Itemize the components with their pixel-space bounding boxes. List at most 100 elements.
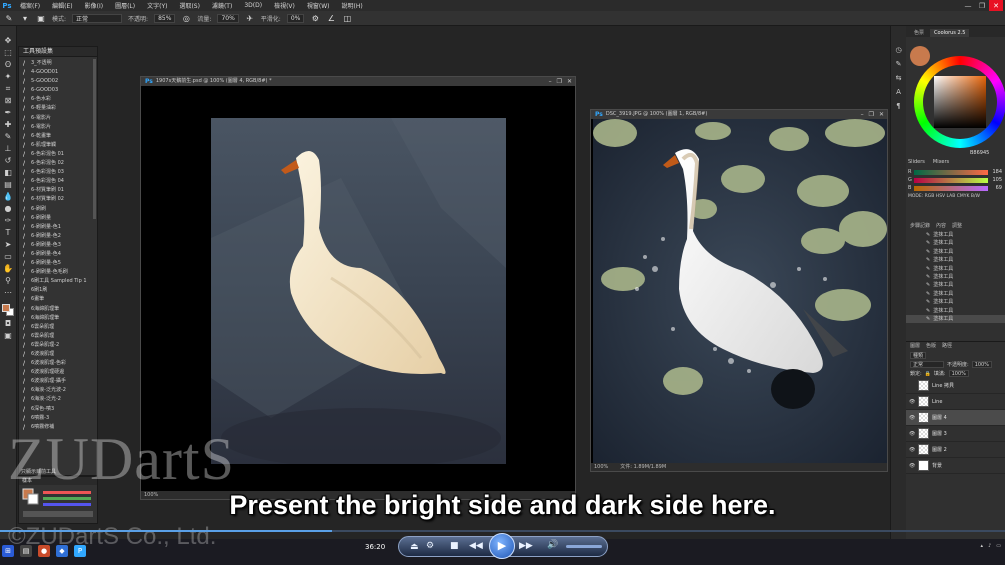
saturation-value-square[interactable] bbox=[934, 76, 986, 128]
history-panel-icon[interactable]: ◷ bbox=[895, 46, 901, 54]
brush-tool-icon[interactable]: ✎ bbox=[3, 132, 14, 141]
crop-tool-icon[interactable]: ⌗ bbox=[3, 84, 14, 93]
lock-icon[interactable]: 🔒 bbox=[925, 371, 931, 377]
visibility-eye-icon[interactable]: 👁 bbox=[909, 399, 915, 405]
marquee-tool-icon[interactable]: ⬚ bbox=[3, 48, 14, 57]
tab-swatches[interactable]: 色票 bbox=[910, 28, 928, 37]
zoom-readout[interactable]: 100% bbox=[594, 463, 608, 471]
menu-select[interactable]: 選取(S) bbox=[173, 1, 206, 10]
preset-item[interactable]: / 6-色彩混色 04 bbox=[19, 177, 97, 186]
layer-row[interactable]: 👁 背景 bbox=[906, 458, 1005, 474]
layer-filter-select[interactable]: 種類 bbox=[910, 352, 927, 359]
preset-item[interactable]: / 6-電影片 bbox=[19, 114, 97, 123]
preset-item[interactable]: / 6波浪肌理 bbox=[19, 350, 97, 359]
preset-item[interactable]: / 6-輕量油彩 bbox=[19, 104, 97, 113]
paragraph-panel-icon[interactable]: ¶ bbox=[896, 102, 900, 110]
maximize-button[interactable]: ❐ bbox=[975, 0, 989, 11]
layer-name[interactable]: 圖層 4 bbox=[932, 414, 947, 421]
close-icon[interactable]: ✕ bbox=[879, 111, 884, 118]
preset-item[interactable]: / 5-GOOD02 bbox=[19, 77, 97, 86]
frame-tool-icon[interactable]: ⊠ bbox=[3, 96, 14, 105]
layer-opacity-field[interactable]: 100% bbox=[971, 361, 992, 368]
preset-item[interactable]: / 6雲朵肌理 bbox=[19, 332, 97, 341]
lasso-tool-icon[interactable]: ʘ bbox=[3, 60, 14, 69]
tab-layers[interactable]: 圖層 bbox=[910, 342, 920, 351]
history-item[interactable]: ✎ 塗抹工具 bbox=[906, 256, 1005, 264]
preset-item[interactable]: / 6-電影片 bbox=[19, 123, 97, 132]
airbrush-icon[interactable]: ✈ bbox=[245, 13, 255, 23]
preset-item[interactable]: / 6-刷刷量-色1 bbox=[19, 223, 97, 232]
eyedropper-tool-icon[interactable]: ✒ bbox=[3, 108, 14, 117]
slider-blue[interactable]: B 69 bbox=[908, 184, 1003, 192]
close-icon[interactable]: ✕ bbox=[567, 78, 572, 85]
menu-3d[interactable]: 3D(D) bbox=[238, 2, 268, 9]
visibility-eye-icon[interactable]: 👁 bbox=[909, 447, 915, 453]
preset-item[interactable]: / 6海綿肌理筆 bbox=[19, 314, 97, 323]
close-button[interactable]: ✕ bbox=[989, 0, 1003, 11]
preset-item[interactable]: / 6-肌理筆觸 bbox=[19, 141, 97, 150]
visibility-eye-icon[interactable]: 👁 bbox=[909, 463, 915, 469]
preset-item[interactable]: / 6雲朵肌理-2 bbox=[19, 341, 97, 350]
layer-name[interactable]: 背景 bbox=[932, 462, 942, 469]
preset-item[interactable]: / 4-GOOD01 bbox=[19, 68, 97, 77]
preset-item[interactable]: / 6海浪-泛光波-2 bbox=[19, 386, 97, 395]
minimize-button[interactable]: — bbox=[961, 0, 975, 11]
painting-canvas[interactable] bbox=[211, 118, 506, 464]
play-button[interactable]: ▶ bbox=[489, 533, 515, 559]
restore-icon[interactable]: ❐ bbox=[557, 78, 562, 85]
menu-file[interactable]: 檔案(F) bbox=[14, 1, 46, 10]
document-tab[interactable]: Ps 1907s天鵝前生.psd @ 100% (圖層 4, RGB/8#) * bbox=[141, 77, 575, 86]
blend-mode-select[interactable]: 正常 bbox=[910, 361, 944, 368]
smoothing-field[interactable]: 0% bbox=[286, 13, 305, 23]
menu-filter[interactable]: 濾鏡(T) bbox=[206, 1, 238, 10]
foreground-color-swatch[interactable] bbox=[2, 304, 10, 312]
history-item[interactable]: ✎ 塗抹工具 bbox=[906, 273, 1005, 281]
tab-coolorus[interactable]: Coolorus 2.5 bbox=[930, 29, 970, 37]
preset-item[interactable]: / 6噴霧-3 bbox=[19, 414, 97, 423]
brush-settings-icon[interactable]: ▣ bbox=[36, 13, 46, 23]
minimize-icon[interactable]: – bbox=[549, 78, 552, 85]
brush-tool-icon[interactable]: ✎ bbox=[4, 13, 14, 23]
preset-item[interactable]: / 6海浪-泛光-2 bbox=[19, 395, 97, 404]
scrollbar[interactable] bbox=[93, 59, 96, 219]
volume-slider[interactable] bbox=[566, 545, 602, 548]
tab-history[interactable]: 步驟記錄 bbox=[910, 222, 930, 231]
layer-row[interactable]: 👁 圖層 4 bbox=[906, 410, 1005, 426]
restore-icon[interactable]: ❐ bbox=[869, 111, 874, 118]
healing-tool-icon[interactable]: ✚ bbox=[3, 120, 14, 129]
preset-item[interactable]: / 3_不透明 bbox=[19, 59, 97, 68]
shape-tool-icon[interactable]: ▭ bbox=[3, 252, 14, 261]
preset-item[interactable]: / 6波浪肌理硬邊 bbox=[19, 368, 97, 377]
slider-green[interactable]: G 105 bbox=[908, 176, 1003, 184]
visibility-eye-icon[interactable]: 👁 bbox=[909, 431, 915, 437]
dodge-tool-icon[interactable]: ● bbox=[3, 204, 14, 213]
brush-preset-icon[interactable]: ▾ bbox=[20, 13, 30, 23]
type-tool-icon[interactable]: T bbox=[3, 228, 14, 237]
menu-window[interactable]: 視窗(W) bbox=[301, 1, 336, 10]
quick-mask-icon[interactable]: ◘ bbox=[3, 319, 14, 328]
adjust-panel-icon[interactable]: ⇆ bbox=[896, 74, 902, 82]
color-wheel[interactable] bbox=[914, 56, 1005, 148]
preset-item[interactable]: / 6-刷刷量 bbox=[19, 214, 97, 223]
preset-item[interactable]: / 6-刷刷量-色3 bbox=[19, 241, 97, 250]
menu-type[interactable]: 文字(Y) bbox=[141, 1, 173, 10]
layer-name[interactable]: Line 拷貝 bbox=[932, 382, 954, 389]
stop-icon[interactable]: ■ bbox=[450, 541, 459, 551]
stamp-tool-icon[interactable]: ⊥ bbox=[3, 144, 14, 153]
preset-item[interactable]: / 6-刷刷量-色2 bbox=[19, 232, 97, 241]
menu-edit[interactable]: 編輯(E) bbox=[46, 1, 78, 10]
history-item[interactable]: ✎ 塗抹工具 bbox=[906, 314, 1005, 324]
history-item[interactable]: ✎ 塗抹工具 bbox=[906, 231, 1005, 239]
menu-layer[interactable]: 圖層(L) bbox=[109, 1, 141, 10]
preset-item[interactable]: / 6深色-噴3 bbox=[19, 405, 97, 414]
visibility-eye-icon[interactable]: 👁 bbox=[909, 415, 915, 421]
preset-item[interactable]: / 6雲朵肌理 bbox=[19, 323, 97, 332]
angle-icon[interactable]: ∠ bbox=[326, 13, 336, 23]
color-mode-line[interactable]: MODE: RGB HSV LAB CMYK B/W bbox=[908, 194, 1003, 199]
flow-field[interactable]: 70% bbox=[217, 13, 239, 23]
history-item[interactable]: ✎ 塗抹工具 bbox=[906, 239, 1005, 247]
slider-red[interactable]: R 184 bbox=[908, 168, 1003, 176]
more-tools-icon[interactable]: ⋯ bbox=[3, 288, 14, 297]
preset-item[interactable]: / 6刷工具 Sampled Tip 1 bbox=[19, 277, 97, 286]
preset-item[interactable]: / 6-刷刷量-色5 bbox=[19, 259, 97, 268]
